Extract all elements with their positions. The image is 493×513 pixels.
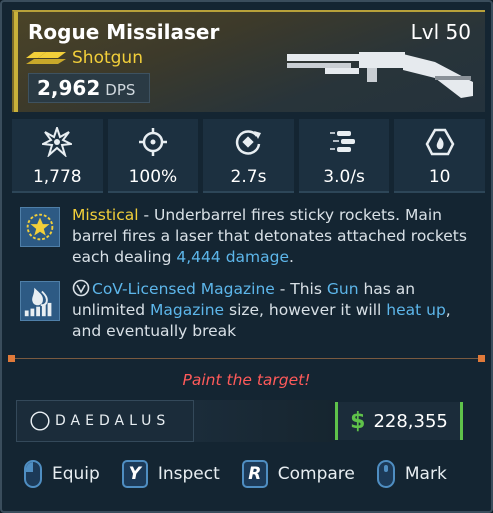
keyword-magazine: Magazine <box>150 301 225 319</box>
key-y: Y <box>121 460 148 488</box>
stat-fire-rate: 3.0/s <box>298 119 390 193</box>
cov-logo-icon <box>72 279 90 297</box>
control-compare-label: Compare <box>277 464 355 484</box>
perk-cov-magazine: CoV-Licensed Magazine - This Gun has an … <box>20 279 480 347</box>
manufacturer-logo: DAEDALUS <box>16 400 194 442</box>
key-r: R <box>241 460 268 488</box>
heat-flame-icon <box>24 287 52 317</box>
divider-dot-left <box>8 355 15 362</box>
control-equip[interactable]: Equip <box>24 460 100 488</box>
dps-value: 2,962 <box>37 76 101 100</box>
rarity-chevrons-icon <box>26 52 66 64</box>
shotgun-icon <box>287 52 473 98</box>
control-equip-label: Equip <box>52 464 100 484</box>
stat-reload: 2.7s <box>203 119 294 193</box>
perk-cov-desc-1: - This <box>274 280 327 298</box>
damage-burst-icon <box>42 127 73 157</box>
manufacturer-pattern <box>194 400 334 442</box>
mouse-left-icon <box>24 460 42 488</box>
perk-cov-name: CoV-Licensed Magazine <box>92 280 275 298</box>
perk-misstical: Misstical - Underbarrel fires sticky roc… <box>20 205 480 275</box>
control-mark[interactable]: Mark <box>376 460 447 488</box>
keyword-heat-up: heat up <box>386 301 446 319</box>
stat-accuracy-value: 100% <box>128 167 178 187</box>
stat-damage-value: 1,778 <box>32 167 82 187</box>
perk-cov-badge <box>20 281 60 321</box>
stat-magazine: 10 <box>394 119 485 193</box>
reload-icon <box>236 130 262 155</box>
dps-unit: DPS <box>105 81 136 99</box>
keyword-gun: Gun <box>326 280 359 298</box>
star-badge-icon <box>26 213 54 241</box>
control-inspect[interactable]: Y Inspect <box>121 460 220 488</box>
fire-rate-icon <box>330 131 356 152</box>
manufacturer-ring-icon <box>30 411 50 431</box>
mouse-middle-icon <box>376 460 395 488</box>
flavor-text: Paint the target! <box>182 371 311 389</box>
item-type: Shotgun <box>72 48 143 68</box>
stat-fire-rate-value: 3.0/s <box>323 167 365 187</box>
perk-cov-text: CoV-Licensed Magazine - This Gun has an … <box>72 279 477 342</box>
dps-box: 2,962 DPS <box>28 73 150 103</box>
stat-accuracy: 100% <box>107 119 199 193</box>
stat-row: 1,778 100% 2.7s 3.0/s 10 <box>12 119 485 193</box>
divider-dot-right <box>478 355 485 362</box>
section-divider <box>8 355 485 362</box>
perk-misstical-damage: 4,444 damage <box>176 248 290 266</box>
crosshair-icon <box>138 128 167 156</box>
control-mark-label: Mark <box>404 464 447 484</box>
control-compare[interactable]: R Compare <box>241 460 355 488</box>
perk-misstical-name: Misstical <box>72 206 139 224</box>
item-card: Rogue Missilaser Lvl 50 Shotgun 2,962 DP… <box>0 0 493 513</box>
perk-misstical-desc-2: . <box>289 248 294 266</box>
currency-symbol: $ <box>350 408 366 434</box>
control-hints: Equip Y Inspect R Compare Mark <box>24 460 469 488</box>
item-rarity: Shotgun <box>26 48 143 68</box>
perk-cov-desc-3: size, however it will <box>224 301 387 319</box>
rarity-stripe <box>14 12 18 112</box>
perk-misstical-text: Misstical - Underbarrel fires sticky roc… <box>72 205 477 268</box>
stat-reload-value: 2.7s <box>230 167 267 187</box>
manufacturer-name: DAEDALUS <box>55 413 171 429</box>
perk-misstical-badge <box>20 207 60 247</box>
control-inspect-label: Inspect <box>157 464 220 484</box>
item-name: Rogue Missilaser <box>28 20 220 44</box>
price-box: $ 228,355 <box>335 402 463 440</box>
stat-magazine-value: 10 <box>428 167 451 187</box>
item-level: Lvl 50 <box>410 20 471 44</box>
item-header: Rogue Missilaser Lvl 50 Shotgun 2,962 DP… <box>12 10 485 112</box>
magazine-icon <box>425 128 455 156</box>
price-value: 228,355 <box>373 410 448 432</box>
stat-damage: 1,778 <box>12 119 103 193</box>
